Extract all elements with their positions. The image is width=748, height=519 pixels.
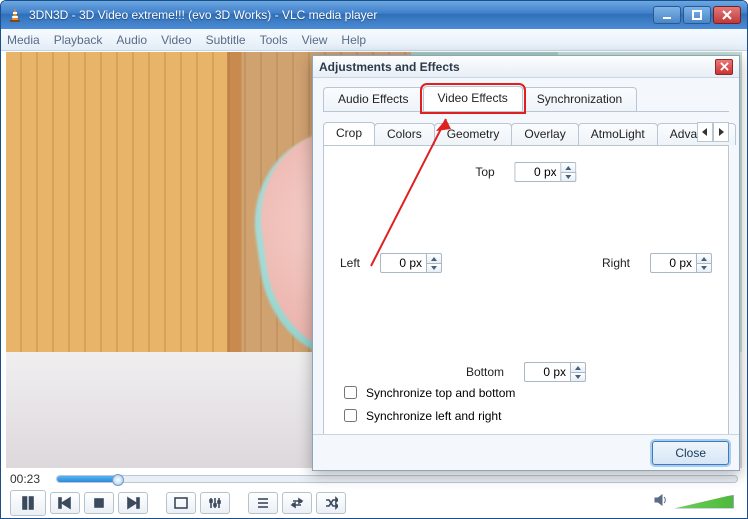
main-tab-row: Audio Effects Video Effects Synchronizat… xyxy=(323,86,729,112)
pause-button[interactable] xyxy=(10,490,46,516)
subtab-crop[interactable]: Crop xyxy=(323,122,375,145)
crop-right-label: Right xyxy=(602,256,630,270)
crop-right-input[interactable] xyxy=(650,253,696,273)
tab-synchronization[interactable]: Synchronization xyxy=(522,87,637,111)
adjustments-effects-dialog: Adjustments and Effects Audio Effects Vi… xyxy=(312,55,740,471)
tab-scroll-right[interactable] xyxy=(713,122,729,142)
vlc-cone-icon xyxy=(7,7,23,23)
dialog-title: Adjustments and Effects xyxy=(319,60,460,74)
transport-buttons xyxy=(6,488,742,516)
fullscreen-button[interactable] xyxy=(166,492,196,514)
menu-tools[interactable]: Tools xyxy=(260,33,288,47)
dialog-close-icon[interactable] xyxy=(715,59,733,75)
spinner-down-icon[interactable] xyxy=(570,372,586,382)
sync-tb-label: Synchronize top and bottom xyxy=(366,386,515,400)
crop-left-label: Left xyxy=(340,256,360,270)
extended-settings-button[interactable] xyxy=(200,492,230,514)
playlist-button[interactable] xyxy=(248,492,278,514)
sync-lr-label: Synchronize left and right xyxy=(366,409,501,423)
sync-lr-input[interactable] xyxy=(344,409,357,422)
spinner-up-icon[interactable] xyxy=(570,362,586,372)
crop-bottom-label: Bottom xyxy=(466,365,504,379)
minimize-button[interactable] xyxy=(653,6,681,24)
crop-top-label: Top xyxy=(475,165,494,179)
crop-bottom-spinner[interactable] xyxy=(524,362,586,382)
spinner-down-icon[interactable] xyxy=(696,263,712,273)
menu-subtitle[interactable]: Subtitle xyxy=(206,33,246,47)
menu-video[interactable]: Video xyxy=(161,33,191,47)
crop-bottom-input[interactable] xyxy=(524,362,570,382)
subtab-geometry[interactable]: Geometry xyxy=(434,123,513,145)
crop-right-spinner[interactable] xyxy=(650,253,712,273)
tab-scroll-left[interactable] xyxy=(697,122,713,142)
tab-audio-effects[interactable]: Audio Effects xyxy=(323,87,424,111)
seek-row: 00:23 xyxy=(6,470,742,488)
dialog-close-button[interactable]: Close xyxy=(652,441,729,465)
loop-button[interactable] xyxy=(282,492,312,514)
next-button[interactable] xyxy=(118,492,148,514)
seek-fill xyxy=(57,476,118,482)
window-title: 3DN3D - 3D Video extreme!!! (evo 3D Work… xyxy=(29,8,653,22)
speaker-icon[interactable] xyxy=(654,493,668,510)
previous-button[interactable] xyxy=(50,492,80,514)
maximize-button[interactable] xyxy=(683,6,711,24)
spinner-down-icon[interactable] xyxy=(561,172,577,182)
seek-slider[interactable] xyxy=(56,475,738,483)
seek-thumb[interactable] xyxy=(112,474,124,486)
crop-left-spinner[interactable] xyxy=(380,253,442,273)
menu-media[interactable]: Media xyxy=(7,33,40,47)
volume-slider[interactable] xyxy=(674,495,734,509)
stop-button[interactable] xyxy=(84,492,114,514)
menu-playback[interactable]: Playback xyxy=(54,33,103,47)
crop-top-input[interactable] xyxy=(515,162,561,182)
sync-tb-input[interactable] xyxy=(344,386,357,399)
dialog-titlebar[interactable]: Adjustments and Effects xyxy=(313,56,739,78)
control-bar: 00:23 xyxy=(6,470,742,514)
subtab-colors[interactable]: Colors xyxy=(374,123,435,145)
shuffle-button[interactable] xyxy=(316,492,346,514)
dialog-footer: Close xyxy=(313,434,739,470)
crop-pane: Top Left Right xyxy=(323,146,729,436)
tab-video-effects[interactable]: Video Effects xyxy=(423,86,523,111)
menubar: Media Playback Audio Video Subtitle Tool… xyxy=(1,29,747,51)
spinner-up-icon[interactable] xyxy=(426,253,442,263)
sub-tab-row: Crop Colors Geometry Overlay AtmoLight A… xyxy=(323,122,729,146)
volume-control xyxy=(654,493,734,510)
sync-top-bottom-checkbox[interactable]: Synchronize top and bottom xyxy=(340,383,515,402)
crop-left-input[interactable] xyxy=(380,253,426,273)
menu-audio[interactable]: Audio xyxy=(116,33,147,47)
menu-help[interactable]: Help xyxy=(341,33,366,47)
menu-view[interactable]: View xyxy=(302,33,328,47)
spinner-down-icon[interactable] xyxy=(426,263,442,273)
subtab-overlay[interactable]: Overlay xyxy=(511,123,578,145)
time-elapsed: 00:23 xyxy=(10,472,48,486)
spinner-up-icon[interactable] xyxy=(696,253,712,263)
sync-left-right-checkbox[interactable]: Synchronize left and right xyxy=(340,406,515,425)
subtab-atmolight[interactable]: AtmoLight xyxy=(578,123,658,145)
titlebar[interactable]: 3DN3D - 3D Video extreme!!! (evo 3D Work… xyxy=(1,1,747,29)
spinner-up-icon[interactable] xyxy=(561,162,577,172)
crop-top-spinner[interactable] xyxy=(515,162,577,182)
close-window-button[interactable] xyxy=(713,6,741,24)
